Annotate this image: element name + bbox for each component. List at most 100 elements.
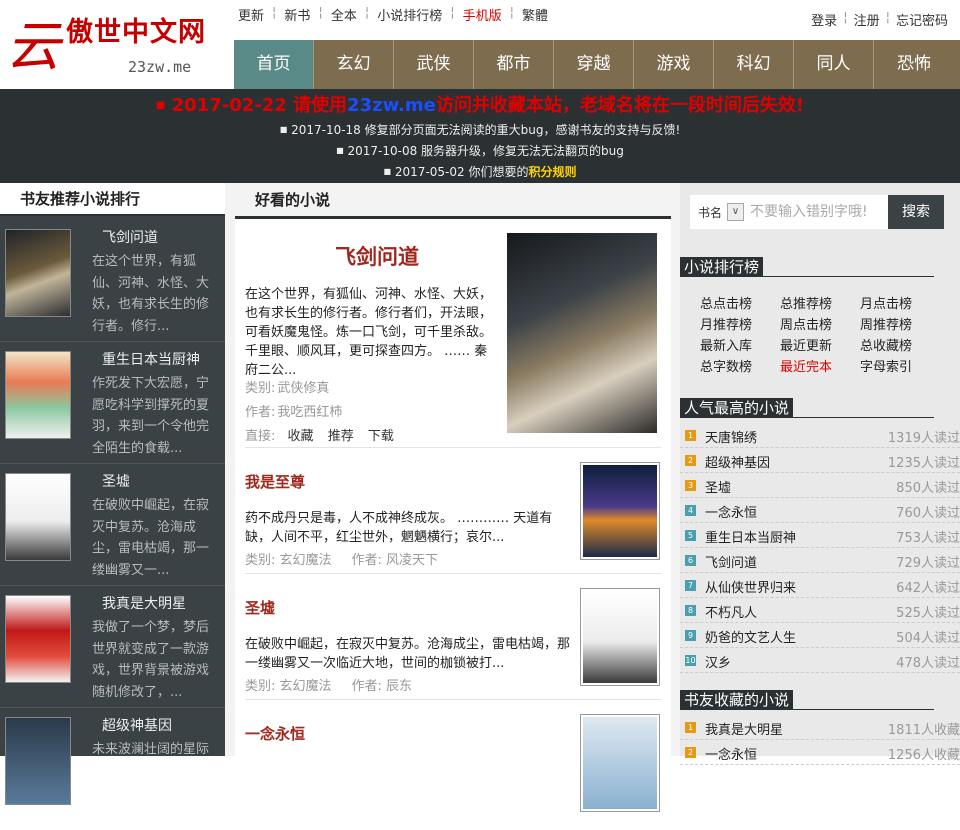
nav-kongbu[interactable]: 恐怖 xyxy=(874,40,954,89)
book-title[interactable]: 飞剑问道 xyxy=(102,227,158,247)
book-title[interactable]: 奶爸的文艺人生 xyxy=(705,627,796,646)
rank-link[interactable]: 字母索引 xyxy=(860,356,912,375)
list-item[interactable]: 圣墟 在破败中崛起，在寂灭中复苏。沧海成尘，雷电枯竭，那一缕幽雾又一... xyxy=(0,464,225,586)
list-item[interactable]: 飞剑问道 在这个世界，有狐仙、河神、水怪、大妖，也有求长生的修行者。修行... xyxy=(0,220,225,342)
nav-kehuan[interactable]: 科幻 xyxy=(714,40,794,89)
top-link-complete[interactable]: 全本 xyxy=(331,5,357,24)
top-link-mobile[interactable]: 手机版 xyxy=(463,5,502,24)
rank-link[interactable]: 周点击榜 xyxy=(780,314,832,333)
rank-link[interactable]: 最新入库 xyxy=(700,335,752,354)
book-title[interactable]: 天唐锦绣 xyxy=(705,427,757,446)
notice-line-3: ■ 2017-05-02 你们想要的积分规则 xyxy=(383,165,577,179)
book-title[interactable]: 汉乡 xyxy=(705,652,731,671)
rank-link[interactable]: 周推荐榜 xyxy=(860,314,912,333)
rank-number: 4 xyxy=(685,505,696,516)
recommend-link[interactable]: 推荐 xyxy=(328,429,354,444)
top-link-traditional[interactable]: 繁體 xyxy=(522,5,548,24)
nav-dushi[interactable]: 都市 xyxy=(474,40,554,89)
book-title[interactable]: 一念永恒 xyxy=(705,502,757,521)
list-item[interactable]: 重生日本当厨神 作死发下大宏愿，宁愿吃科学到撑死的夏羽，来到一个令他完全陌生的食… xyxy=(0,342,225,464)
rank-link[interactable]: 月点击榜 xyxy=(860,293,912,312)
logo-name: 傲世中文网 xyxy=(66,17,206,48)
search-input[interactable]: 不要输入错别字哦! xyxy=(750,199,880,225)
list-item[interactable]: 6 飞剑问道 729人读过 xyxy=(680,548,960,573)
book-title[interactable]: 圣墟 xyxy=(102,471,130,491)
rank-link[interactable]: 最近更新 xyxy=(780,335,832,354)
list-item[interactable]: 我真是大明星 我做了一个梦，梦后世界就变成了一款游戏，世界背景被游戏随机修改了，… xyxy=(0,586,225,708)
book-cover[interactable] xyxy=(5,229,71,317)
book-title[interactable]: 超级神基因 xyxy=(102,715,172,735)
rank-link[interactable]: 总推荐榜 xyxy=(780,293,832,312)
featured-author: 作者: 我吃西红柿 xyxy=(245,405,343,420)
nav-chuanyue[interactable]: 穿越 xyxy=(554,40,634,89)
book-cover[interactable] xyxy=(5,351,71,439)
list-item[interactable]: 1 天唐锦绣 1319人读过 xyxy=(680,423,960,448)
book-cover[interactable] xyxy=(5,473,71,561)
list-item[interactable]: 超级神基因 未来波澜壮阔的星际 xyxy=(0,708,225,830)
book-cover[interactable] xyxy=(5,595,71,683)
nav-youxi[interactable]: 游戏 xyxy=(634,40,714,89)
book-title[interactable]: 圣墟 xyxy=(245,597,275,618)
rank-link[interactable]: 总收藏榜 xyxy=(860,335,912,354)
book-title[interactable]: 我是至尊 xyxy=(245,471,305,492)
search-button[interactable]: 搜索 xyxy=(888,195,944,229)
notice-domain-link[interactable]: 23zw.me xyxy=(347,95,436,116)
list-item[interactable]: 1 我真是大明星 1811人收藏 xyxy=(680,715,960,740)
book-title[interactable]: 我真是大明星 xyxy=(102,593,186,613)
read-count: 753人读过 xyxy=(896,531,960,546)
site-logo[interactable]: 云 傲世中文网 23zw.me xyxy=(0,0,234,88)
register-link[interactable]: 注册 xyxy=(854,10,880,29)
book-title[interactable]: 不朽凡人 xyxy=(705,602,757,621)
read-count: 504人读过 xyxy=(896,631,960,646)
nav-tongren[interactable]: 同人 xyxy=(794,40,874,89)
nav-home[interactable]: 首页 xyxy=(234,40,314,89)
rules-link[interactable]: 积分规则 xyxy=(528,165,576,179)
login-link[interactable]: 登录 xyxy=(811,10,837,29)
top-link-newbook[interactable]: 新书 xyxy=(284,5,310,24)
featured-title[interactable]: 飞剑问道 xyxy=(335,241,419,271)
nav-xuanhuan[interactable]: 玄幻 xyxy=(314,40,394,89)
list-item[interactable]: 4 一念永恒 760人读过 xyxy=(680,498,960,523)
collect-link[interactable]: 收藏 xyxy=(288,429,314,444)
rank-number: 6 xyxy=(685,555,696,566)
book-title[interactable]: 圣墟 xyxy=(705,477,731,496)
rank-link[interactable]: 总点击榜 xyxy=(700,293,752,312)
list-item[interactable]: 9 奶爸的文艺人生 504人读过 xyxy=(680,623,960,648)
read-count: 525人读过 xyxy=(896,606,960,621)
book-cover[interactable] xyxy=(5,717,71,805)
nav-wuxia[interactable]: 武侠 xyxy=(394,40,474,89)
rank-link[interactable]: 最近完本 xyxy=(780,356,832,375)
rank-link[interactable]: 总字数榜 xyxy=(700,356,752,375)
book-cover[interactable] xyxy=(580,462,660,560)
book-title[interactable]: 一念永恒 xyxy=(245,723,305,744)
divider xyxy=(680,417,934,418)
top-link-ranking[interactable]: 小说排行榜 xyxy=(377,5,442,24)
book-title[interactable]: 一念永恒 xyxy=(705,744,757,763)
download-link[interactable]: 下载 xyxy=(368,429,394,444)
book-title[interactable]: 重生日本当厨神 xyxy=(705,527,796,546)
book-title[interactable]: 超级神基因 xyxy=(705,452,770,471)
book-title[interactable]: 重生日本当厨神 xyxy=(102,349,200,369)
list-item[interactable]: 7 从仙侠世界归来 642人读过 xyxy=(680,573,960,598)
list-item[interactable]: 2 一念永恒 1256人收藏 xyxy=(680,740,960,765)
popular-title: 人气最高的小说 xyxy=(680,398,794,418)
rank-number: 9 xyxy=(685,630,696,641)
featured-cover[interactable] xyxy=(507,233,657,433)
rank-link[interactable]: 月推荐榜 xyxy=(700,314,752,333)
list-item[interactable]: 5 重生日本当厨神 753人读过 xyxy=(680,523,960,548)
book-cover[interactable] xyxy=(580,588,660,686)
notice-bar: ■ 2017-02-22 请使用23zw.me访问并收藏本站，老域名将在一段时间… xyxy=(0,89,960,183)
rank-number: 1 xyxy=(685,722,696,733)
list-item[interactable]: 8 不朽凡人 525人读过 xyxy=(680,598,960,623)
forgot-password-link[interactable]: 忘记密码 xyxy=(896,10,948,29)
top-link-update[interactable]: 更新 xyxy=(238,5,264,24)
book-title[interactable]: 我真是大明星 xyxy=(705,719,783,738)
book-cover[interactable] xyxy=(580,714,660,812)
chevron-down-icon[interactable]: ∨ xyxy=(727,203,744,221)
list-item[interactable]: 3 圣墟 850人读过 xyxy=(680,473,960,498)
left-sidebar: 书友推荐小说排行 飞剑问道 在这个世界，有狐仙、河神、水怪、大妖，也有求长生的修… xyxy=(0,183,225,805)
book-title[interactable]: 飞剑问道 xyxy=(705,552,757,571)
list-item[interactable]: 2 超级神基因 1235人读过 xyxy=(680,448,960,473)
book-title[interactable]: 从仙侠世界归来 xyxy=(705,577,796,596)
list-item[interactable]: 10 汉乡 478人读过 xyxy=(680,648,960,673)
